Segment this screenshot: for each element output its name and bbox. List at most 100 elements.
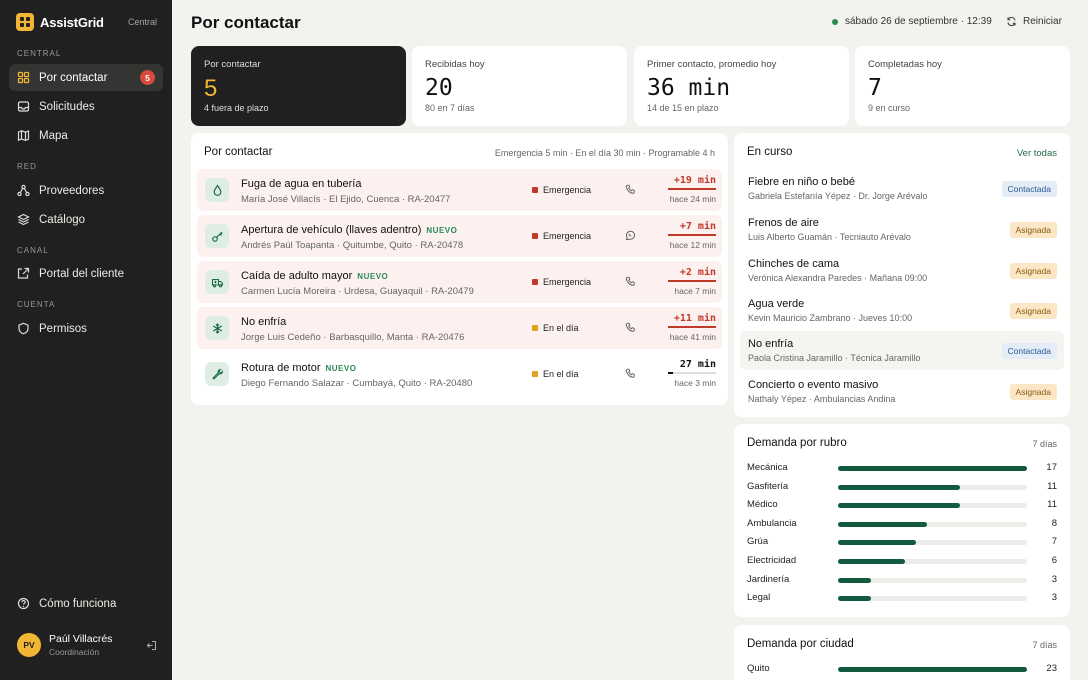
demand-bar-track (838, 577, 1027, 583)
queue-row[interactable]: Fuga de agua en tubería María José Villa… (197, 169, 722, 211)
demand-bar-track (838, 667, 1027, 672)
view-all-link[interactable]: Ver todas (1017, 148, 1057, 159)
request-sub: Carmen Lucía Moreira · Urdesa, Guayaquil… (241, 286, 474, 297)
in-progress-card: En curso Ver todas Fiebre en niño o bebé… (734, 133, 1070, 417)
status-badge: Asignada (1009, 222, 1057, 238)
brand-logo-icon (16, 13, 34, 31)
demand-bar-row: Quito 23 (747, 662, 1057, 676)
grid-icon (17, 71, 30, 84)
queue-card: Por contactar Emergencia 5 min · En el d… (191, 133, 728, 405)
sidebar-item-portal[interactable]: Portal del cliente (9, 260, 163, 287)
list-item[interactable]: Chinches de cama Verónica Alexandra Pare… (740, 251, 1064, 290)
water-drop-icon (205, 178, 229, 202)
sidebar-item-label: Solicitudes (39, 100, 95, 113)
ambulance-icon (205, 270, 229, 294)
queue-sla-meta: Emergencia 5 min · En el día 30 min · Pr… (494, 148, 715, 158)
demand-bar-track (838, 503, 1027, 509)
stat-card-por-contactar[interactable]: Por contactar 5 4 fuera de plazo (191, 46, 406, 126)
demand-value: 23 (1046, 663, 1057, 674)
list-item[interactable]: Concierto o evento masivo Nathaly Yépez … (740, 372, 1064, 411)
demand-value: 6 (1051, 555, 1057, 566)
request-title: Caída de adulto mayor (241, 270, 353, 282)
brand[interactable]: AssistGrid (16, 13, 104, 31)
queue-title: Por contactar (204, 146, 273, 158)
case-sub: Paola Cristina Jaramillo · Técnica Jaram… (748, 353, 921, 363)
sidebar-item-solicitudes[interactable]: Solicitudes (9, 93, 163, 120)
sidebar-item-proveedores[interactable]: Proveedores (9, 177, 163, 204)
received-ago: hace 24 min (669, 194, 716, 204)
in-progress-title: En curso (747, 146, 793, 158)
stat-sub: 14 de 15 en plazo (647, 103, 719, 113)
case-title: No enfría (748, 338, 794, 350)
status-badge: Asignada (1009, 303, 1057, 319)
case-sub: Verónica Alexandra Paredes · Mañana 09:0… (748, 273, 928, 283)
sidebar-item-permisos[interactable]: Permisos (9, 315, 163, 342)
user-role: Coordinación (49, 647, 100, 657)
wrench-icon (205, 362, 229, 386)
status-badge: Contactada (1001, 343, 1057, 359)
list-item[interactable]: Agua verde Kevin Mauricio Zambrano · Jue… (740, 291, 1064, 330)
sidebar-item-por-contactar[interactable]: Por contactar 5 (9, 64, 163, 91)
user-profile[interactable]: PV Paúl Villacrés Coordinación (17, 633, 157, 657)
case-title: Chinches de cama (748, 258, 840, 270)
stat-sub: 80 en 7 días (425, 103, 475, 113)
elapsed-time: +7 min (679, 221, 716, 232)
shield-icon (18, 322, 29, 335)
demand-value: 3 (1051, 573, 1057, 585)
case-sub: Nathaly Yépez · Ambulancias Andina (748, 394, 896, 404)
count-badge: 5 (140, 70, 155, 85)
stat-card-recibidas: Recibidas hoy 20 80 en 7 días (412, 46, 627, 126)
network-icon (17, 184, 30, 197)
demand-label: Mecánica (747, 462, 788, 473)
sidebar-item-catalogo[interactable]: Catálogo (9, 206, 163, 233)
demand-bar-fill (838, 521, 927, 527)
section-label-canal: CANAL (17, 246, 49, 255)
queue-row[interactable]: Caída de adulto mayor NUEVO Carmen Lucía … (197, 261, 722, 303)
list-item[interactable]: Fiebre en niño o bebé Gabriela Estefanía… (740, 169, 1064, 208)
new-badge: NUEVO (325, 364, 357, 373)
demand-bar-row: Mecánica 17 (747, 461, 1057, 475)
map-icon (17, 130, 30, 142)
phone-icon[interactable] (625, 322, 636, 336)
sidebar-item-label: Permisos (39, 322, 87, 335)
stat-value: 7 (868, 75, 882, 101)
help-circle-icon (17, 597, 30, 610)
phone-icon[interactable] (625, 368, 636, 382)
stat-sub: 4 fuera de plazo (204, 103, 269, 113)
stat-sub: 9 en curso (868, 103, 911, 113)
reset-button[interactable]: Reiniciar (1006, 16, 1062, 27)
demand-label: Quito (747, 663, 770, 674)
stat-value: 5 (204, 75, 218, 102)
brand-name: AssistGrid (40, 14, 104, 30)
demand-value: 7 (1051, 536, 1057, 548)
elapsed-time: +11 min (673, 313, 716, 324)
queue-row[interactable]: No enfría Jorge Luis Cedeño · Barbasquil… (197, 307, 722, 349)
list-item[interactable]: No enfría Paola Cristina Jaramillo · Téc… (740, 331, 1064, 370)
brand-tag: Central (127, 17, 157, 27)
new-badge: NUEVO (357, 272, 389, 281)
demand-value: 17 (1046, 462, 1057, 473)
demand-bar-fill (838, 503, 961, 509)
demand-bar-row: Grúa 7 (747, 535, 1057, 549)
period-label: 7 días (1032, 439, 1057, 449)
whatsapp-icon[interactable] (625, 230, 636, 244)
sla-progress-bar (668, 280, 716, 282)
list-item[interactable]: Frenos de aire Luis Alberto Guamán · Tec… (740, 210, 1064, 249)
demand-label: Jardinería (747, 573, 790, 585)
request-title: Rotura de motor (241, 362, 321, 374)
phone-icon[interactable] (625, 184, 636, 198)
section-label-red: RED (17, 162, 37, 171)
demand-bar-fill (838, 596, 872, 602)
help-link[interactable]: Cómo funciona (9, 590, 163, 617)
queue-row[interactable]: Apertura de vehículo (llaves adentro) NUE… (197, 215, 722, 257)
logout-icon[interactable] (146, 640, 157, 651)
phone-icon[interactable] (625, 276, 636, 290)
sidebar-item-mapa[interactable]: Mapa (9, 122, 163, 149)
layers-icon (17, 213, 30, 226)
period-label: 7 días (1032, 640, 1057, 650)
demand-bar-row: Gasfitería 11 (747, 480, 1057, 494)
elapsed-time: +19 min (673, 175, 716, 186)
queue-row[interactable]: Rotura de motor NUEVO Diego Fernando Sala… (197, 353, 722, 395)
inbox-icon (17, 101, 30, 112)
sidebar-item-label: Proveedores (39, 184, 105, 197)
